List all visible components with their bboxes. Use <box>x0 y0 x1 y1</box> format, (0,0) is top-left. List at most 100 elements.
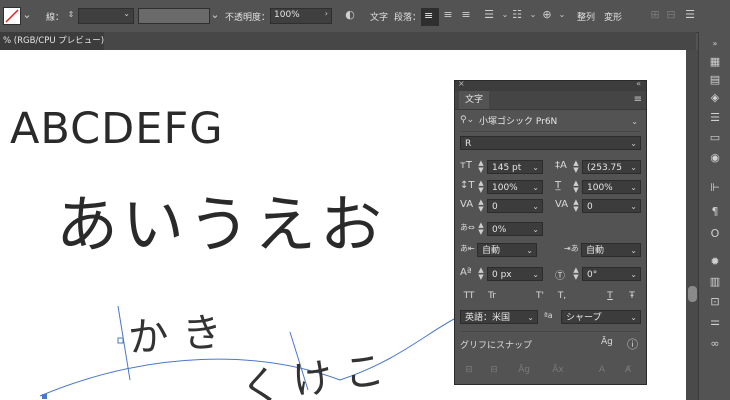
fill-swatch[interactable] <box>3 7 21 25</box>
chevron-down-icon[interactable]: ⌄ <box>526 8 540 22</box>
stepper-icon[interactable]: ▲ ▼ <box>477 180 485 194</box>
panel-menu-icon[interactable]: ≡ <box>634 94 642 105</box>
stepper-icon[interactable]: ▲ ▼ <box>477 222 485 236</box>
collapse-icon[interactable]: » <box>708 38 722 50</box>
chevron-down-icon: ⌄ <box>526 246 533 255</box>
transparency-icon[interactable]: ◉ <box>708 152 722 164</box>
envelope-warp-icon[interactable]: ⊕ <box>540 8 554 22</box>
horizontal-scale-field[interactable]: 100% ⌄ <box>582 180 641 194</box>
strikethrough-button[interactable]: Ŧ <box>623 289 641 303</box>
transform-link[interactable]: 変形 <box>604 10 622 23</box>
sun-icon[interactable]: ✹ <box>708 256 722 268</box>
aki-right-field[interactable]: 自動 ⌄ <box>581 243 641 257</box>
paragraph-icon[interactable]: ¶ <box>708 206 722 218</box>
leading-icon: ‡A <box>555 160 567 171</box>
paragraph-label: 段落： <box>394 13 422 23</box>
color-icon[interactable]: ▦ <box>708 56 722 68</box>
path-text-segment[interactable]: かき <box>126 298 238 363</box>
aki-left-field[interactable]: 自動 ⌄ <box>477 243 537 257</box>
stepper-icon[interactable]: ▲ ▼ <box>477 160 485 174</box>
language-field[interactable]: 英語：米国 ⌄ <box>460 310 538 324</box>
layers-icon[interactable]: ◈ <box>708 92 722 104</box>
all-caps-button[interactable]: TT <box>460 289 478 303</box>
align-left-button[interactable]: ≡ <box>421 8 439 26</box>
chevron-down-icon[interactable]: ⌄ <box>555 8 569 22</box>
align-center-icon[interactable]: ≡ <box>441 8 455 22</box>
rotation-field[interactable]: 0° ⌄ <box>582 267 641 281</box>
numbering-icon[interactable]: ☷ <box>510 8 524 22</box>
chevron-down-icon[interactable]: ⌄ <box>20 8 34 22</box>
baseline-shift-field[interactable]: 0 px ⌄ <box>487 267 543 281</box>
snap-anchor-icon[interactable]: Ⱥ <box>619 363 637 377</box>
small-caps-button[interactable]: Tr <box>483 289 501 303</box>
font-style-field[interactable]: R ⌄ <box>460 136 641 150</box>
align-right-icon[interactable]: ≡ <box>459 8 473 22</box>
transform-icon[interactable]: ⊡ <box>708 296 722 308</box>
font-size-field[interactable]: 145 pt ⌄ <box>487 160 543 174</box>
align-link[interactable]: 整列 <box>577 10 595 23</box>
baseline-shift-icon: Aª <box>460 267 472 278</box>
snap-baseline-icon[interactable]: ⊟ <box>460 363 478 377</box>
chevron-down-icon[interactable]: ⌄ <box>208 8 222 22</box>
aki-left-icon: あ⇤ <box>460 244 475 253</box>
superscript-button[interactable]: T' <box>531 289 549 303</box>
divider <box>461 131 640 132</box>
stepper-icon[interactable]: ▲ ▼ <box>572 160 580 174</box>
tsume-field[interactable]: 0% ⌄ <box>487 222 543 236</box>
snap-glyph-bounds-icon[interactable]: Āg <box>515 363 533 377</box>
vertical-scale-icon: ↕T <box>460 180 475 191</box>
tracking-field[interactable]: 0 ⌄ <box>582 199 641 213</box>
arrange-icon[interactable]: ⊟ <box>664 8 678 22</box>
snap-xheight-icon[interactable]: ⊟ <box>485 363 503 377</box>
isolate-icon[interactable]: ⊞ <box>648 8 662 22</box>
vertical-scale-field[interactable]: 100% ⌄ <box>487 180 543 194</box>
font-family-field[interactable]: 小塚ゴシック Pr6N ⌄ <box>475 115 641 129</box>
gradient-icon[interactable]: ▭ <box>708 132 722 144</box>
anchor-point[interactable] <box>117 337 124 344</box>
stroke-weight-field[interactable]: ⌄ <box>78 8 134 24</box>
snap-angular-icon[interactable]: A <box>593 363 611 377</box>
antialias-field[interactable]: シャープ ⌄ <box>561 310 641 324</box>
snap-proximity-icon[interactable]: Āx <box>549 363 567 377</box>
opentype-icon[interactable]: O <box>708 228 722 240</box>
character-link[interactable]: 文字 <box>370 10 388 23</box>
sliders-icon[interactable]: ⚌ <box>708 316 722 328</box>
stepper-icon[interactable]: ▲ ▼ <box>572 180 580 194</box>
stepper-icon[interactable]: ▲ ▼ <box>477 199 485 213</box>
glyph-options-icon[interactable]: Āg <box>601 337 613 347</box>
document-tab[interactable]: % (RGB/CPU プレビュー) <box>0 32 104 50</box>
bullets-icon[interactable]: ☰ <box>482 8 496 22</box>
stepper-icon[interactable]: ▲ ▼ <box>572 267 580 281</box>
tab-character[interactable]: 文字 <box>459 91 489 109</box>
align-panel-icon[interactable]: ⊩ <box>708 182 722 194</box>
stepper-icon[interactable]: ▲ ▼ <box>477 267 485 281</box>
panel-title-bar[interactable]: × « <box>455 79 646 91</box>
leading-field[interactable]: (253.75 ⌄ <box>582 160 641 174</box>
subscript-button[interactable]: T, <box>553 289 571 303</box>
collapse-icon[interactable]: « <box>636 79 641 88</box>
vertical-scrollbar[interactable] <box>686 50 698 400</box>
chevron-down-icon: ⌄ <box>532 202 539 211</box>
properties-icon[interactable]: ☰ <box>708 112 722 124</box>
recolor-icon[interactable]: ◐ <box>343 8 357 22</box>
chevron-down-icon: ⌄ <box>630 270 637 279</box>
anchor-point[interactable] <box>42 394 47 399</box>
chevron-down-icon: ⌄ <box>532 163 539 172</box>
panel-menu-icon[interactable]: ☰ <box>683 8 697 22</box>
kerning-field[interactable]: 0 ⌄ <box>487 199 543 213</box>
search-icon[interactable]: ⚲⌄ <box>460 115 474 125</box>
opacity-field[interactable]: 100% › <box>270 8 332 24</box>
artboards-icon[interactable]: ▥ <box>708 276 722 288</box>
underline-button[interactable]: T <box>601 289 619 303</box>
variable-width-profile[interactable] <box>138 8 210 24</box>
chevron-down-icon: ⌄ <box>532 183 539 192</box>
stepper-icon[interactable]: ⇕ <box>64 8 78 22</box>
control-bar: ⌄ 線： ⇕ ⌄ ⌄ 不透明度： 100% › ◐ 文字 段落： ≡ ≡ ≡ ☰… <box>0 0 730 33</box>
links-icon[interactable]: ∞ <box>708 338 722 350</box>
swatches-icon[interactable]: ▤ <box>708 74 722 86</box>
right-panel-dock: » ▦ ▤ ◈ ☰ ▭ ◉ ⊩ ¶ O ✹ ▥ ⊡ ⚌ ∞ <box>698 32 730 400</box>
scrollbar-thumb[interactable] <box>688 286 697 302</box>
stepper-icon[interactable]: ▲ ▼ <box>572 199 580 213</box>
close-icon[interactable]: × <box>458 79 465 88</box>
info-icon[interactable]: ⓘ <box>627 336 638 352</box>
